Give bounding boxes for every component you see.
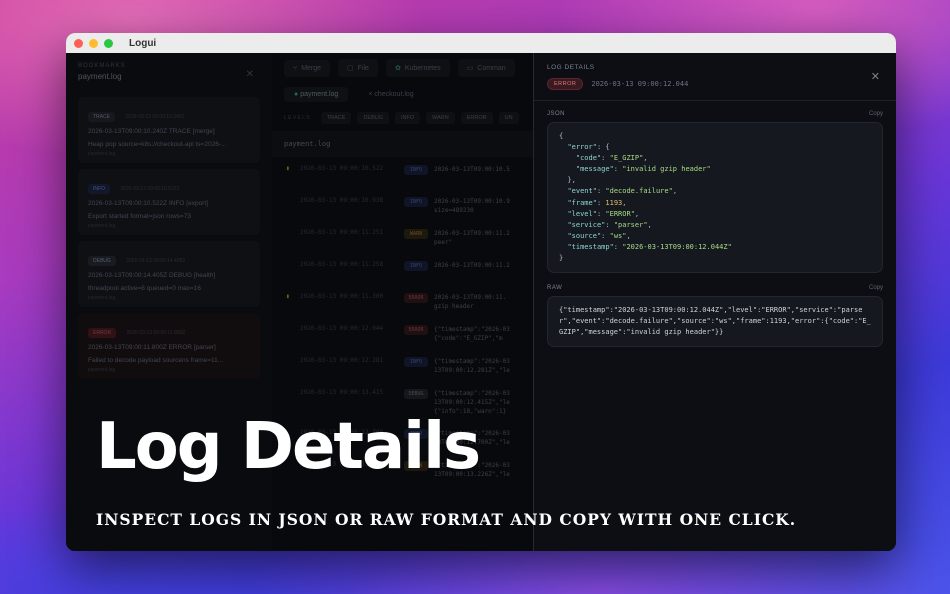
json-section-label: JSON	[547, 111, 566, 117]
json-service: parser	[618, 220, 644, 229]
zoom-window-button[interactable]	[104, 38, 113, 48]
json-source: ws	[613, 231, 623, 240]
raw-view[interactable]: {"timestamp":"2026-03-13T09:00:12.044Z",…	[547, 296, 883, 348]
json-timestamp: 2026-03-13T09:00:12.044Z	[626, 242, 728, 251]
level-badge: ERROR	[547, 78, 584, 90]
copy-json-button[interactable]: Copy	[869, 111, 883, 117]
json-message: invalid gzip header	[626, 165, 707, 174]
panel-title: LOG DETAILS	[547, 64, 595, 71]
app-title: Logui	[129, 37, 157, 49]
log-timestamp: 2026-03-13 09:00:12.044	[591, 80, 689, 88]
title-bar: Logui	[66, 33, 896, 53]
promo-tagline: INSPECT LOGS IN JSON OR RAW FORMAT AND C…	[96, 510, 797, 529]
json-code: E_GZIP	[613, 154, 640, 163]
json-event: decode.failure	[609, 187, 669, 196]
close-icon[interactable]: ✕	[871, 70, 880, 83]
minimize-window-button[interactable]	[89, 38, 98, 48]
json-frame: 1193	[605, 198, 623, 207]
log-details-panel: LOG DETAILS ERROR 2026-03-13 09:00:12.04…	[533, 53, 896, 551]
promo-headline: Log Details	[96, 410, 481, 484]
json-view[interactable]: { "error": { "code": "E_GZIP", "message"…	[547, 122, 883, 274]
close-window-button[interactable]	[74, 38, 83, 48]
json-level: ERROR	[609, 209, 631, 218]
raw-section-label: RAW	[547, 285, 563, 292]
copy-raw-button[interactable]: Copy	[869, 285, 883, 291]
